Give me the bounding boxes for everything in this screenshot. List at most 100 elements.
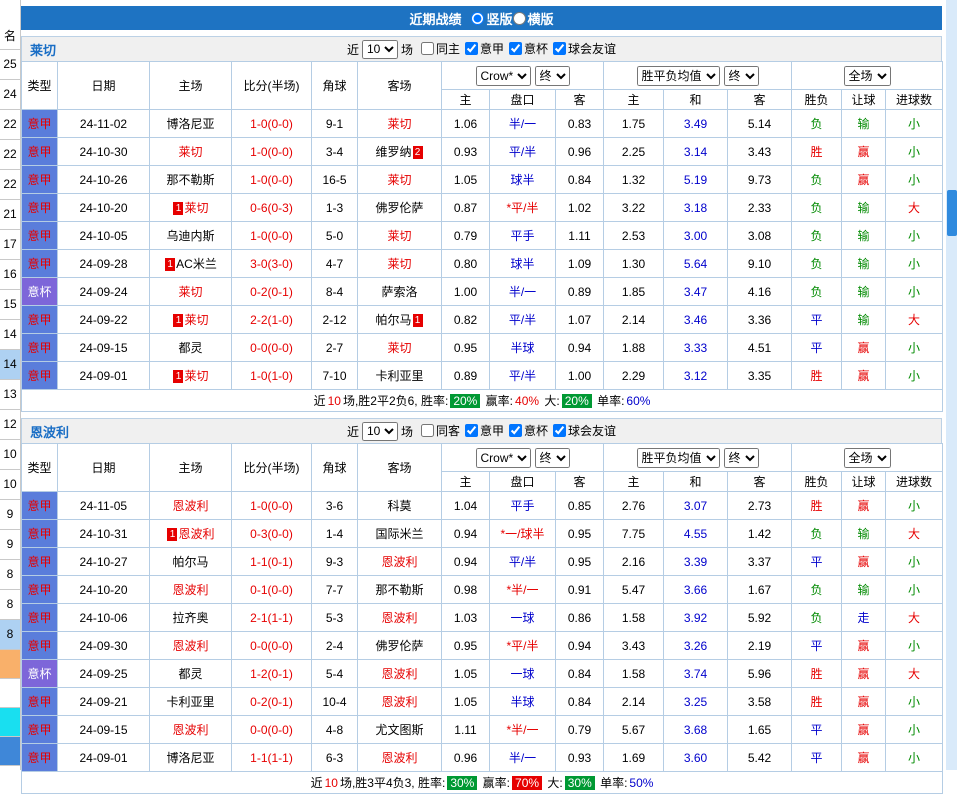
away-team-name: 莱切 (387, 117, 411, 131)
result-cell: 胜 (792, 688, 842, 716)
goals-result-cell: 小 (886, 362, 943, 390)
rank-cell: 21 (0, 200, 20, 230)
away-odds-cell: 0.79 (556, 716, 604, 744)
checkbox-text: 同主 (436, 40, 460, 57)
away-team-cell: 那不勒斯 (358, 576, 442, 604)
home-team-cell: 都灵 (150, 334, 232, 362)
goals-result-cell: 小 (886, 548, 943, 576)
avg-draw-cell: 3.14 (664, 138, 728, 166)
sub-column-header: 客 (556, 472, 604, 492)
away-team-name: 恩波利 (381, 667, 417, 681)
head-row-main: 类型日期主场比分(半场)角球客场Crow*终胜平负均值终全场 (22, 444, 943, 472)
near-label: 近 (347, 423, 359, 440)
home-odds-cell: 0.94 (442, 520, 490, 548)
league-cell: 意甲 (22, 110, 58, 138)
away-team-cell: 恩波利 (358, 604, 442, 632)
away-odds-cell: 1.07 (556, 306, 604, 334)
handicap-cell: 半/一 (490, 110, 556, 138)
team-section: 莱切 近 10 场 同主意甲意杯球会友谊 类型日期主场比分(半场)角球客场Cro… (21, 36, 942, 412)
rank-cell: 17 (0, 230, 20, 260)
goals-result-cell: 小 (886, 576, 943, 604)
avg-home-cell: 2.14 (604, 688, 664, 716)
home-team-cell: 恩波利 (150, 716, 232, 744)
avg-home-cell: 5.67 (604, 716, 664, 744)
summary-part: 40% (515, 394, 539, 408)
filter-checkbox-label[interactable]: 球会友谊 (553, 422, 616, 439)
filter-checkbox-label[interactable]: 球会友谊 (553, 40, 616, 57)
avg-away-cell: 2.33 (728, 194, 792, 222)
view-option[interactable]: 横版 (513, 9, 554, 28)
filter-checkbox[interactable] (509, 42, 522, 55)
league-cell: 意甲 (22, 306, 58, 334)
corners-cell: 9-1 (312, 110, 358, 138)
checkbox-text: 同客 (436, 422, 460, 439)
home-team-cell: 帕尔马 (150, 548, 232, 576)
rank-cell: 12 (0, 410, 20, 440)
summary-part: 单率: (594, 394, 625, 408)
filter-checkbox[interactable] (509, 424, 522, 437)
score-cell: 0-3(0-0) (232, 520, 312, 548)
filter-checkbox[interactable] (465, 42, 478, 55)
home-team-name: 卡利亚里 (166, 695, 214, 709)
bookmaker-select[interactable]: Crow* (476, 66, 531, 86)
handicap-result-cell: 赢 (842, 688, 886, 716)
handicap-cell: 平手 (490, 492, 556, 520)
score-cell: 1-1(0-1) (232, 548, 312, 576)
corners-cell: 10-4 (312, 688, 358, 716)
corners-cell: 7-10 (312, 362, 358, 390)
view-option[interactable]: 竖版 (471, 9, 512, 28)
filter-checkbox-label[interactable]: 意甲 (465, 422, 504, 439)
filter-checkbox-label[interactable]: 意杯 (509, 422, 548, 439)
final-odds-select-2[interactable]: 终 (724, 448, 759, 468)
filter-checkbox[interactable] (421, 424, 434, 437)
away-team-cell: 科莫 (358, 492, 442, 520)
view-radio[interactable] (471, 12, 484, 25)
score-cell: 0-6(0-3) (232, 194, 312, 222)
filter-checkbox-label[interactable]: 同客 (421, 422, 460, 439)
scrollbar-thumb[interactable] (947, 190, 957, 236)
score-cell: 0-0(0-0) (232, 334, 312, 362)
date-cell: 24-10-20 (58, 576, 150, 604)
filter-checkbox[interactable] (465, 424, 478, 437)
red-card-badge: 1 (173, 370, 183, 383)
filter-checkbox[interactable] (553, 424, 566, 437)
filter-checkbox-label[interactable]: 同主 (421, 40, 460, 57)
final-odds-select[interactable]: 终 (535, 448, 570, 468)
avg-type-select[interactable]: 胜平负均值 (637, 66, 720, 86)
near-label: 近 (347, 41, 359, 58)
home-team-cell: 拉齐奥 (150, 604, 232, 632)
away-team-name: 恩波利 (381, 751, 417, 765)
scrollbar-track[interactable] (946, 0, 957, 770)
away-team-name: 萨索洛 (381, 285, 417, 299)
avg-away-cell: 1.42 (728, 520, 792, 548)
recent-games-select[interactable]: 10 (362, 40, 398, 59)
corners-cell: 8-4 (312, 278, 358, 306)
result-cell: 负 (792, 166, 842, 194)
sub-column-header: 主 (442, 472, 490, 492)
score-cell: 1-0(0-0) (232, 492, 312, 520)
scope-select[interactable]: 全场 (844, 448, 891, 468)
league-cell: 意甲 (22, 632, 58, 660)
avg-home-cell: 2.29 (604, 362, 664, 390)
sub-column-header: 客 (728, 472, 792, 492)
final-odds-select[interactable]: 终 (535, 66, 570, 86)
avg-type-select[interactable]: 胜平负均值 (637, 448, 720, 468)
summary-part: 30% (447, 776, 477, 790)
view-option-label: 竖版 (486, 9, 512, 28)
bookmaker-select[interactable]: Crow* (476, 448, 531, 468)
date-cell: 24-10-06 (58, 604, 150, 632)
handicap-cell: 平/半 (490, 362, 556, 390)
sub-column-header: 胜负 (792, 90, 842, 110)
scope-select[interactable]: 全场 (844, 66, 891, 86)
view-radio[interactable] (513, 12, 526, 25)
filter-checkbox[interactable] (553, 42, 566, 55)
recent-games-select[interactable]: 10 (362, 422, 398, 441)
final-odds-select-2[interactable]: 终 (724, 66, 759, 86)
away-odds-cell: 0.95 (556, 520, 604, 548)
filter-checkbox-label[interactable]: 意杯 (509, 40, 548, 57)
league-cell: 意杯 (22, 278, 58, 306)
filter-checkbox[interactable] (421, 42, 434, 55)
summary-part: 60% (626, 394, 650, 408)
away-odds-cell: 0.91 (556, 576, 604, 604)
filter-checkbox-label[interactable]: 意甲 (465, 40, 504, 57)
